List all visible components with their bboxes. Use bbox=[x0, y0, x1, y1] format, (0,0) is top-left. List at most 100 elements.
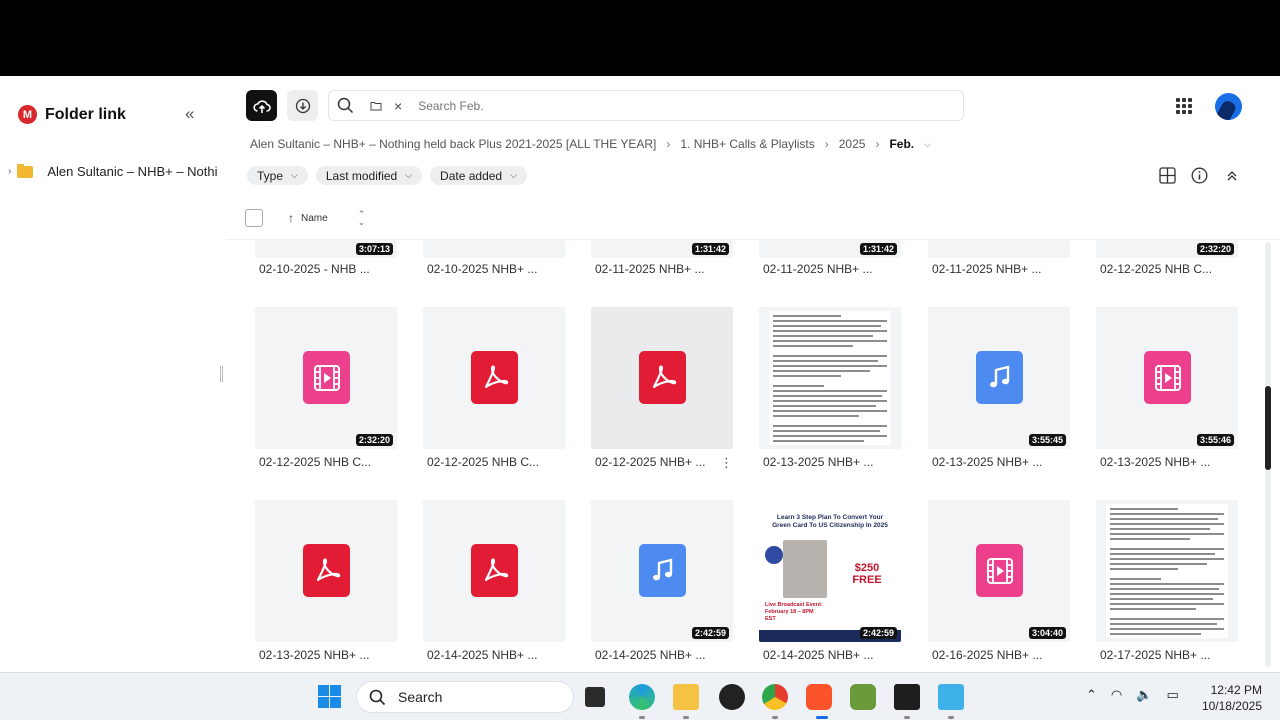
file-name-label[interactable]: 02-11-2025 NHB+ ... bbox=[595, 262, 705, 276]
file-thumbnail-pdf[interactable] bbox=[423, 307, 565, 449]
folder-scope-chip[interactable]: × bbox=[370, 98, 402, 114]
file-thumbnail-partial[interactable] bbox=[423, 240, 565, 258]
file-name-label[interactable]: 02-12-2025 NHB C... bbox=[1100, 262, 1212, 276]
duration-badge: 2:42:59 bbox=[859, 627, 897, 639]
chrome-browser-icon[interactable] bbox=[762, 684, 788, 710]
account-avatar[interactable] bbox=[1215, 93, 1242, 120]
audio-file-icon bbox=[639, 544, 686, 597]
file-thumbnail-web[interactable]: Learn 3 Step Plan To Convert Your Green … bbox=[759, 500, 901, 642]
sidebar-resize-handle[interactable] bbox=[220, 366, 223, 382]
file-name-label[interactable]: 02-12-2025 NHB C... bbox=[259, 455, 371, 469]
file-name-label[interactable]: 02-11-2025 NHB+ ... bbox=[932, 262, 1042, 276]
chevron-right-icon: › bbox=[666, 137, 671, 151]
file-thumbnail-video[interactable]: 3:55:46 bbox=[1096, 307, 1238, 449]
file-name-label[interactable]: 02-13-2025 NHB+ ... bbox=[259, 648, 369, 662]
search-input[interactable] bbox=[418, 98, 719, 113]
file-explorer-icon[interactable] bbox=[673, 684, 699, 710]
file-thumbnail-partial[interactable]: 2:32:20 bbox=[1096, 240, 1238, 258]
info-icon[interactable] bbox=[1190, 166, 1209, 185]
brand: M Folder link bbox=[18, 105, 126, 124]
chevron-up-icon[interactable]: ⌃ bbox=[1086, 687, 1097, 703]
system-tray: ⌃ ◠ 🔈 ▭ bbox=[1086, 687, 1179, 703]
file-thumbnail-audio[interactable]: 3:55:45 bbox=[928, 307, 1070, 449]
name-column-header[interactable]: Name bbox=[301, 213, 328, 224]
file-thumbnail-partial[interactable]: 1:31:42 bbox=[759, 240, 901, 258]
file-name-label[interactable]: 02-11-2025 NHB+ ... bbox=[763, 262, 873, 276]
file-name-label[interactable]: 02-12-2025 NHB+ ... bbox=[595, 455, 705, 469]
chevron-right-icon[interactable]: › bbox=[8, 166, 11, 177]
collapse-up-icon[interactable] bbox=[1222, 166, 1241, 185]
search-bar[interactable]: × bbox=[328, 90, 964, 121]
wifi-icon[interactable]: ◠ bbox=[1111, 687, 1122, 703]
edge-browser-icon[interactable] bbox=[629, 684, 655, 710]
notepad-icon[interactable] bbox=[938, 684, 964, 710]
file-name-label[interactable]: 02-17-2025 NHB+ ... bbox=[1100, 648, 1210, 662]
search-icon bbox=[369, 689, 386, 705]
file-name-label[interactable]: 02-13-2025 NHB+ ... bbox=[1100, 455, 1210, 469]
file-thumbnail-doc[interactable] bbox=[759, 307, 901, 449]
duration-badge: 3:07:13 bbox=[355, 243, 393, 255]
file-thumbnail-partial[interactable]: 1:31:42 bbox=[591, 240, 733, 258]
breadcrumb-item-calls[interactable]: 1. NHB+ Calls & Playlists bbox=[680, 137, 814, 151]
download-circle-icon bbox=[295, 98, 310, 113]
file-name-label[interactable]: 02-10-2025 NHB+ ... bbox=[427, 262, 537, 276]
app-icon-1[interactable] bbox=[719, 684, 745, 710]
windows-start-icon[interactable] bbox=[318, 685, 341, 708]
file-thumbnail-pdf[interactable] bbox=[591, 307, 733, 449]
scrollbar-thumb[interactable] bbox=[1265, 386, 1271, 470]
file-thumbnail-partial[interactable]: 3:07:13 bbox=[255, 240, 397, 258]
file-name-label[interactable]: 02-12-2025 NHB C... bbox=[427, 455, 539, 469]
duration-badge: 1:31:42 bbox=[691, 243, 729, 255]
sort-toggle-icon[interactable]: ⌃ ⌄ bbox=[358, 210, 366, 227]
filter-last-modified[interactable]: Last modified ⌵ bbox=[315, 166, 423, 185]
black-top-bar bbox=[0, 0, 1280, 76]
file-thumbnail-doc[interactable] bbox=[1096, 500, 1238, 642]
chevron-right-icon: › bbox=[824, 137, 829, 151]
duration-badge: 3:04:40 bbox=[1028, 627, 1066, 639]
file-thumbnail-video[interactable]: 2:32:20 bbox=[255, 307, 397, 449]
file-name-label[interactable]: 02-10-2025 - NHB ... bbox=[259, 262, 370, 276]
sort-ascending-icon[interactable]: ↑ bbox=[288, 211, 294, 225]
chevron-down-icon[interactable]: ⌵ bbox=[924, 139, 931, 150]
collapse-sidebar-icon[interactable]: « bbox=[185, 104, 194, 124]
file-name-label[interactable]: 02-14-2025 NHB+ ... bbox=[427, 648, 537, 662]
filter-date-added[interactable]: Date added ⌵ bbox=[430, 166, 527, 185]
file-thumbnail-partial[interactable] bbox=[928, 240, 1070, 258]
download-button[interactable] bbox=[287, 90, 318, 121]
sidebar-tree-item-root-folder[interactable]: › Alen Sultanic – NHB+ – Nothing held ba… bbox=[8, 164, 218, 179]
select-all-checkbox[interactable] bbox=[245, 209, 263, 227]
breadcrumb-item-current[interactable]: Feb. bbox=[889, 137, 914, 151]
app-icon-2[interactable] bbox=[850, 684, 876, 710]
breadcrumb: Alen Sultanic – NHB+ – Nothing held back… bbox=[250, 137, 941, 151]
file-name-label[interactable]: 02-14-2025 NHB+ ... bbox=[763, 648, 873, 662]
file-name-label[interactable]: 02-16-2025 NHB+ ... bbox=[932, 648, 1042, 662]
file-thumbnail-audio[interactable]: 2:42:59 bbox=[591, 500, 733, 642]
chevron-down-icon: ⌵ bbox=[291, 170, 298, 180]
grid-view-icon[interactable] bbox=[1158, 166, 1177, 185]
file-name-label[interactable]: 02-13-2025 NHB+ ... bbox=[932, 455, 1042, 469]
file-name-label[interactable]: 02-14-2025 NHB+ ... bbox=[595, 648, 705, 662]
battery-icon[interactable]: ▭ bbox=[1166, 687, 1178, 703]
apps-grid-icon[interactable] bbox=[1176, 98, 1192, 114]
file-name-label[interactable]: 02-13-2025 NHB+ ... bbox=[763, 455, 873, 469]
task-view-icon[interactable] bbox=[585, 687, 605, 707]
upload-button[interactable] bbox=[246, 90, 277, 121]
preview-circle bbox=[765, 546, 783, 564]
filter-label: Date added bbox=[440, 168, 503, 183]
taskbar-search[interactable]: Search bbox=[356, 681, 574, 713]
file-thumbnail-pdf[interactable] bbox=[423, 500, 565, 642]
breadcrumb-item-root[interactable]: Alen Sultanic – NHB+ – Nothing held back… bbox=[250, 137, 656, 151]
file-thumbnail-pdf[interactable] bbox=[255, 500, 397, 642]
taskbar-clock[interactable]: 12:42 PM 10/18/2025 bbox=[1196, 682, 1262, 714]
more-options-icon[interactable]: ⋮ bbox=[720, 455, 733, 471]
file-thumbnail-video[interactable]: 3:04:40 bbox=[928, 500, 1070, 642]
folder-icon bbox=[17, 164, 34, 178]
breadcrumb-item-year[interactable]: 2025 bbox=[839, 137, 866, 151]
video-file-icon bbox=[976, 544, 1023, 597]
close-icon[interactable]: × bbox=[394, 98, 402, 114]
sticky-notes-icon[interactable] bbox=[894, 684, 920, 710]
volume-mute-icon[interactable]: 🔈 bbox=[1136, 687, 1152, 703]
filter-type[interactable]: Type ⌵ bbox=[247, 166, 308, 185]
filter-label: Type bbox=[257, 168, 284, 183]
brave-browser-icon[interactable] bbox=[806, 684, 832, 710]
